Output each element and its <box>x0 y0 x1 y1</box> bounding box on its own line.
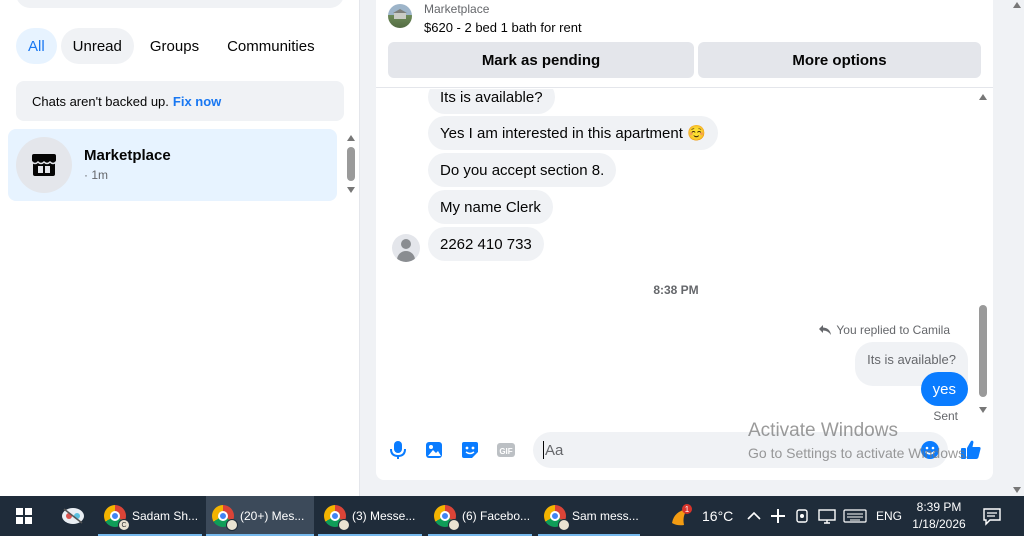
incoming-message[interactable]: 2262 410 733 <box>428 227 544 261</box>
listing-thumbnail[interactable] <box>388 4 412 28</box>
tray-device-icon[interactable] <box>795 496 809 536</box>
page-scrollbar[interactable] <box>1010 0 1024 496</box>
gif-icon[interactable]: GIF <box>495 439 517 461</box>
like-thumbs-up-icon[interactable] <box>960 439 982 461</box>
chrome-icon <box>212 505 238 531</box>
chat-filters: All Unread Groups Communities <box>16 28 327 64</box>
backup-notice-text: Chats aren't backed up. <box>32 93 169 109</box>
taskbar-chrome-window[interactable]: (3) Messe... <box>318 496 422 536</box>
message-list: Its is available? Yes I am interested in… <box>376 89 993 423</box>
incoming-message[interactable]: My name Clerk <box>428 190 553 224</box>
chevron-up-icon <box>747 511 761 520</box>
show-hidden-icons[interactable] <box>746 496 762 536</box>
filter-unread[interactable]: Unread <box>60 28 134 64</box>
scrollbar-thumb[interactable] <box>979 305 987 397</box>
chat-list-item[interactable]: Marketplace · 1m <box>8 129 337 201</box>
reply-indicator: You replied to Camila <box>818 323 950 337</box>
incoming-message[interactable]: Its is available? <box>428 89 555 114</box>
marketplace-avatar <box>16 137 72 193</box>
taskbar-pinned-app[interactable] <box>54 496 94 536</box>
chat-name: Marketplace <box>84 147 171 164</box>
chat-list-scrollbar[interactable] <box>344 132 358 196</box>
microphone-icon[interactable] <box>387 439 409 461</box>
taskbar-chrome-window[interactable]: C Sadam Sh... <box>98 496 202 536</box>
windows-logo-icon <box>16 508 32 524</box>
system-clock[interactable]: 8:39 PM 1/18/2026 <box>904 499 974 533</box>
photo-icon[interactable] <box>423 439 445 461</box>
chrome-icon: C <box>104 505 130 531</box>
taskbar-window-title: Sadam Sh... <box>132 509 199 523</box>
scroll-up-arrow-icon[interactable] <box>979 94 987 100</box>
keyboard-icon[interactable] <box>843 496 867 536</box>
snipping-tool-icon <box>62 508 84 524</box>
scroll-down-arrow-icon[interactable] <box>347 187 355 193</box>
reply-arrow-icon <box>819 325 832 335</box>
incoming-message[interactable]: Yes I am interested in this apartment ☺️ <box>428 116 718 150</box>
search-bar[interactable] <box>16 0 344 8</box>
taskbar-window-title: (6) Facebo... <box>462 509 531 523</box>
notification-center-icon[interactable] <box>982 506 1002 529</box>
message-timestamp: 8:38 PM <box>653 283 699 297</box>
reply-indicator-text: You replied to Camila <box>836 323 950 337</box>
text-caret <box>543 441 544 459</box>
taskbar-chrome-window[interactable]: Sam mess... <box>538 496 640 536</box>
scrollbar-thumb[interactable] <box>347 147 355 181</box>
more-options-button[interactable]: More options <box>698 42 981 78</box>
input-language[interactable]: ENG <box>876 496 902 536</box>
fix-now-link[interactable]: Fix now <box>173 94 221 109</box>
emoji-icon[interactable] <box>919 439 941 461</box>
listing-header: Marketplace $620 - 2 bed 1 bath for rent… <box>376 0 993 88</box>
sticker-icon[interactable] <box>459 439 481 461</box>
weather-widget[interactable]: 1 16°C <box>668 496 733 536</box>
windows-taskbar: C Sadam Sh... (20+) Mes... (3) Messe... … <box>0 496 1024 536</box>
message-status: Sent <box>933 409 958 423</box>
network-icon[interactable] <box>818 496 836 536</box>
sender-avatar[interactable] <box>392 234 420 262</box>
listing-title[interactable]: $620 - 2 bed 1 bath for rent <box>424 20 582 35</box>
conversation-pane: Marketplace $620 - 2 bed 1 bath for rent… <box>376 0 993 480</box>
scroll-down-arrow-icon[interactable] <box>979 407 987 413</box>
chat-time: · 1m <box>84 168 108 182</box>
filter-communities[interactable]: Communities <box>215 28 327 64</box>
filter-all[interactable]: All <box>16 28 57 64</box>
taskbar-window-title: (20+) Mes... <box>240 509 305 523</box>
taskbar-window-title: (3) Messe... <box>352 509 416 523</box>
taskbar-chrome-window-active[interactable]: (20+) Mes... <box>206 496 314 536</box>
taskbar-chrome-window[interactable]: (6) Facebo... <box>428 496 532 536</box>
weather-icon: 1 <box>672 504 692 526</box>
message-input[interactable] <box>533 432 948 468</box>
filter-groups[interactable]: Groups <box>138 28 211 64</box>
chrome-icon <box>544 505 570 531</box>
tray-plus-icon[interactable] <box>770 496 786 536</box>
backup-notice: Chats aren't backed up. Fix now <box>16 81 344 121</box>
chat-list-pane: All Unread Groups Communities Chats aren… <box>0 0 360 496</box>
scroll-up-arrow-icon[interactable] <box>347 135 355 141</box>
chrome-icon <box>324 505 350 531</box>
listing-category[interactable]: Marketplace <box>424 2 489 16</box>
scroll-up-arrow-icon[interactable] <box>1013 2 1021 8</box>
chrome-icon <box>434 505 460 531</box>
clock-time: 8:39 PM <box>916 500 962 514</box>
incoming-message[interactable]: Do you accept section 8. <box>428 153 617 187</box>
clock-date: 1/18/2026 <box>912 517 966 531</box>
house-photo-icon <box>393 9 407 19</box>
weather-alert-count: 1 <box>685 505 690 514</box>
mark-as-pending-button[interactable]: Mark as pending <box>388 42 694 78</box>
taskbar-window-title: Sam mess... <box>572 509 639 523</box>
start-button[interactable] <box>0 496 48 536</box>
conversation-scrollbar[interactable] <box>976 91 990 416</box>
message-input-field[interactable] <box>545 441 905 459</box>
scroll-down-arrow-icon[interactable] <box>1013 487 1021 493</box>
marketplace-store-icon <box>31 154 57 176</box>
message-composer: GIF <box>376 430 993 472</box>
temperature: 16°C <box>702 508 734 524</box>
outgoing-message[interactable]: yes <box>920 372 968 406</box>
svg-text:GIF: GIF <box>499 447 512 456</box>
